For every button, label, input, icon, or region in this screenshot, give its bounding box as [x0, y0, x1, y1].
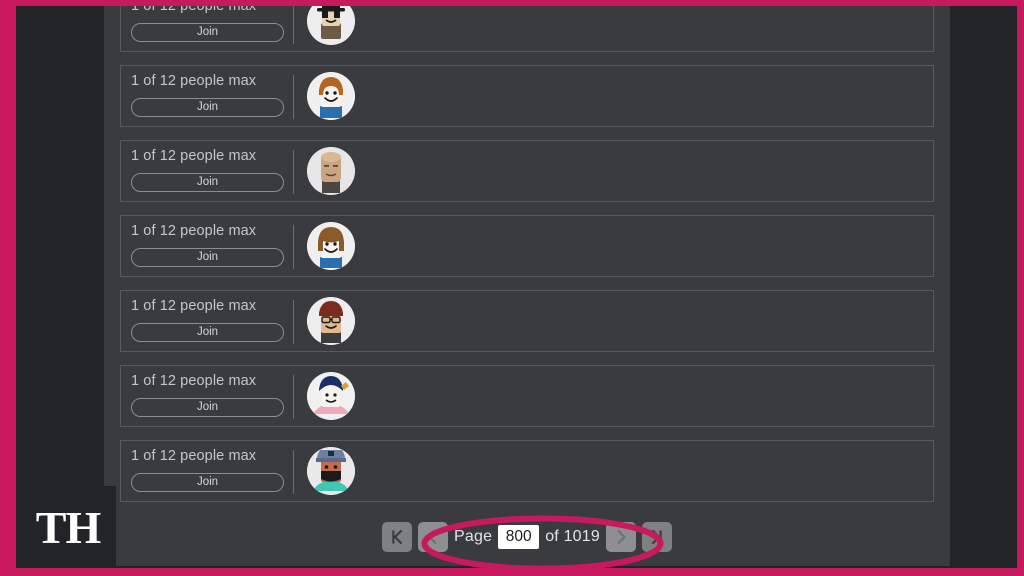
server-capacity-text: 1 of 12 people max	[131, 373, 257, 389]
server-capacity-text: 1 of 12 people max	[131, 6, 257, 14]
server-card-info: 1 of 12 people max Join	[131, 222, 306, 267]
server-card-info: 1 of 12 people max Join	[131, 372, 306, 417]
server-card[interactable]: 1 of 12 people max Join	[120, 65, 934, 127]
avatar-blue-hair-pink	[307, 372, 355, 420]
server-card-info: 1 of 12 people max Join	[131, 6, 306, 42]
card-divider	[293, 225, 294, 269]
join-button[interactable]: Join	[131, 23, 284, 42]
server-card-info: 1 of 12 people max Join	[131, 72, 306, 117]
last-page-button[interactable]	[641, 522, 672, 552]
watermark-logo: TH	[20, 486, 116, 568]
avatar-brown-bob	[307, 222, 355, 270]
page-background: 1 of 12 people max Join 1 of 12 people max…	[16, 6, 1017, 568]
card-divider	[293, 6, 294, 44]
server-capacity-text: 1 of 12 people max	[131, 298, 257, 314]
server-card[interactable]: 1 of 12 people max Join	[120, 365, 934, 427]
page-number-input[interactable]	[498, 525, 540, 549]
server-capacity-text: 1 of 12 people max	[131, 73, 257, 89]
server-capacity-text: 1 of 12 people max	[131, 448, 257, 464]
server-card-list: 1 of 12 people max Join 1 of 12 people max…	[120, 6, 934, 515]
join-button[interactable]: Join	[131, 323, 284, 342]
page-label: Page	[454, 528, 493, 545]
card-divider	[293, 450, 294, 494]
avatar-black-hat	[307, 6, 355, 45]
server-capacity-text: 1 of 12 people max	[131, 148, 257, 164]
avatar-glasses-red-hair	[307, 297, 355, 345]
join-button[interactable]: Join	[131, 248, 284, 267]
server-list-panel: 1 of 12 people max Join 1 of 12 people max…	[104, 6, 950, 566]
card-divider	[293, 300, 294, 344]
card-divider	[293, 75, 294, 119]
server-card-info: 1 of 12 people max Join	[131, 447, 306, 492]
pagination-controls[interactable]: Page of 1019	[104, 515, 950, 559]
previous-page-button[interactable]	[418, 522, 449, 552]
annotated-screenshot-frame: 1 of 12 people max Join 1 of 12 people max…	[0, 0, 1024, 576]
avatar-police-cap-mask	[307, 447, 355, 495]
server-capacity-text: 1 of 12 people max	[131, 223, 257, 239]
card-divider	[293, 375, 294, 419]
server-card-info: 1 of 12 people max Join	[131, 147, 306, 192]
next-page-button[interactable]	[605, 522, 636, 552]
server-card[interactable]: 1 of 12 people max Join	[120, 440, 934, 502]
watermark-text: TH	[35, 502, 101, 553]
first-page-button[interactable]	[382, 522, 413, 552]
join-button[interactable]: Join	[131, 98, 284, 117]
server-card[interactable]: 1 of 12 people max Join	[120, 215, 934, 277]
server-card[interactable]: 1 of 12 people max Join	[120, 6, 934, 52]
server-card[interactable]: 1 of 12 people max Join	[120, 140, 934, 202]
join-button[interactable]: Join	[131, 173, 284, 192]
card-divider	[293, 150, 294, 194]
avatar-bald-pale	[307, 147, 355, 195]
server-card-info: 1 of 12 people max Join	[131, 297, 306, 342]
total-pages-label: of 1019	[545, 528, 600, 545]
avatar-orange-hair	[307, 72, 355, 120]
join-button[interactable]: Join	[131, 473, 284, 492]
server-card[interactable]: 1 of 12 people max Join	[120, 290, 934, 352]
join-button[interactable]: Join	[131, 398, 284, 417]
